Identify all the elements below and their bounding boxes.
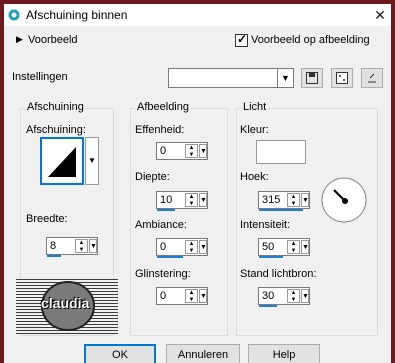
depth-spinner[interactable]: 10 ▲ ▼ ▼ bbox=[156, 191, 208, 211]
angle-spinner[interactable]: 315 ▲ ▼ ▼ bbox=[258, 191, 310, 211]
dialog-body: ▶ Voorbeeld Voorbeeld op afbeelding Inst… bbox=[4, 26, 391, 363]
reset-button[interactable] bbox=[361, 68, 383, 88]
settings-label: Instellingen bbox=[12, 71, 68, 83]
depth-value: 10 bbox=[160, 194, 173, 206]
light-group-title: Licht bbox=[241, 101, 269, 113]
logo-text: claudia bbox=[41, 295, 90, 311]
intensity-value: 50 bbox=[262, 241, 275, 253]
bevel-shape-dropdown[interactable]: ▼ bbox=[85, 137, 99, 185]
chevron-down-icon[interactable]: ▼ bbox=[301, 240, 309, 254]
cancel-button[interactable]: Annuleren bbox=[166, 344, 240, 363]
shininess-label: Glinstering: bbox=[135, 268, 191, 280]
updown-icon[interactable]: ▲ ▼ bbox=[75, 239, 88, 253]
dice-icon bbox=[336, 72, 348, 84]
shininess-spinner[interactable]: 0 ▲ ▼ ▼ bbox=[156, 287, 208, 305]
bevel-shape-swatch[interactable] bbox=[40, 137, 84, 185]
intensity-slider-bar bbox=[259, 256, 283, 258]
chevron-down-icon[interactable]: ▼ bbox=[199, 240, 207, 254]
bevel-shape-label: Afschuining: bbox=[26, 124, 86, 136]
width-spinner[interactable]: 8 ▲ ▼ ▼ bbox=[46, 237, 98, 257]
intensity-spinner[interactable]: 50 ▲ ▼ ▼ bbox=[258, 238, 310, 258]
shininess-value: 0 bbox=[160, 290, 167, 302]
chevron-down-icon[interactable]: ▼ bbox=[89, 239, 97, 253]
updown-icon[interactable]: ▲ ▼ bbox=[185, 144, 198, 158]
randomize-button[interactable] bbox=[331, 68, 353, 88]
chevron-down-icon[interactable]: ▼ bbox=[199, 144, 207, 158]
light-color-label: Kleur: bbox=[240, 124, 269, 136]
elevation-label: Stand lichtbron: bbox=[240, 268, 317, 280]
chevron-down-icon[interactable]: ▼ bbox=[301, 289, 309, 303]
depth-label: Diepte: bbox=[135, 171, 170, 183]
width-label: Breedte: bbox=[26, 213, 68, 225]
help-button[interactable]: Help bbox=[248, 344, 320, 363]
title-bar[interactable]: Afschuining binnen ✕ bbox=[4, 4, 391, 26]
ambience-value: 0 bbox=[160, 241, 167, 253]
chevron-down-icon[interactable]: ▼ bbox=[301, 193, 309, 207]
ambience-spinner[interactable]: 0 ▲ ▼ ▼ bbox=[156, 238, 208, 258]
preview-on-image-label[interactable]: Voorbeeld op afbeelding bbox=[251, 34, 370, 46]
chevron-right-icon[interactable]: ▶ bbox=[16, 34, 23, 45]
bevel-triangle-icon bbox=[48, 147, 76, 177]
dialog-window: Afschuining binnen ✕ ▶ Voorbeeld Voorbee… bbox=[4, 4, 391, 363]
width-value: 8 bbox=[50, 240, 57, 252]
updown-icon[interactable]: ▲ ▼ bbox=[185, 193, 198, 207]
chevron-down-icon[interactable]: ▼ bbox=[199, 193, 207, 207]
ambience-slider-bar bbox=[157, 256, 183, 258]
bevel-group-title: Afschuining bbox=[25, 101, 86, 113]
app-icon bbox=[8, 9, 20, 21]
angle-slider-bar bbox=[259, 209, 303, 211]
preview-toggle-label[interactable]: Voorbeeld bbox=[28, 34, 78, 46]
image-group-title: Afbeelding bbox=[135, 101, 191, 113]
settings-combobox[interactable]: ▼ bbox=[168, 68, 294, 88]
elevation-spinner[interactable]: 30 ▲ ▼ ▼ bbox=[258, 287, 310, 307]
intensity-label: Intensiteit: bbox=[240, 219, 291, 231]
preview-on-image-checkbox[interactable] bbox=[235, 32, 248, 47]
smoothness-value: 0 bbox=[160, 145, 167, 157]
light-color-swatch[interactable] bbox=[256, 140, 306, 164]
logo-image: claudia bbox=[16, 278, 118, 334]
updown-icon[interactable]: ▲ ▼ bbox=[287, 193, 300, 207]
close-button[interactable]: ✕ bbox=[369, 4, 391, 26]
updown-icon[interactable]: ▲ ▼ bbox=[185, 240, 198, 254]
updown-icon[interactable]: ▲ ▼ bbox=[287, 289, 300, 303]
updown-icon[interactable]: ▲ ▼ bbox=[287, 240, 300, 254]
elevation-value: 30 bbox=[262, 290, 275, 302]
smoothness-label: Effenheid: bbox=[135, 124, 185, 136]
reset-icon bbox=[368, 73, 376, 83]
ok-button[interactable]: OK bbox=[84, 344, 156, 363]
chevron-down-icon[interactable]: ▼ bbox=[199, 289, 207, 303]
smoothness-spinner[interactable]: 0 ▲ ▼ ▼ bbox=[156, 142, 208, 160]
updown-icon[interactable]: ▲ ▼ bbox=[185, 289, 198, 303]
angle-dial[interactable] bbox=[320, 176, 368, 224]
angle-label: Hoek: bbox=[240, 171, 269, 183]
depth-slider-bar bbox=[157, 209, 175, 211]
window-title: Afschuining binnen bbox=[26, 8, 128, 22]
floppy-icon bbox=[306, 72, 318, 84]
width-slider-bar bbox=[47, 255, 61, 257]
save-preset-button[interactable] bbox=[301, 68, 323, 88]
elevation-slider-bar bbox=[259, 305, 277, 307]
chevron-down-icon[interactable]: ▼ bbox=[277, 69, 293, 87]
angle-value: 315 bbox=[262, 194, 281, 206]
ambience-label: Ambiance: bbox=[135, 219, 187, 231]
